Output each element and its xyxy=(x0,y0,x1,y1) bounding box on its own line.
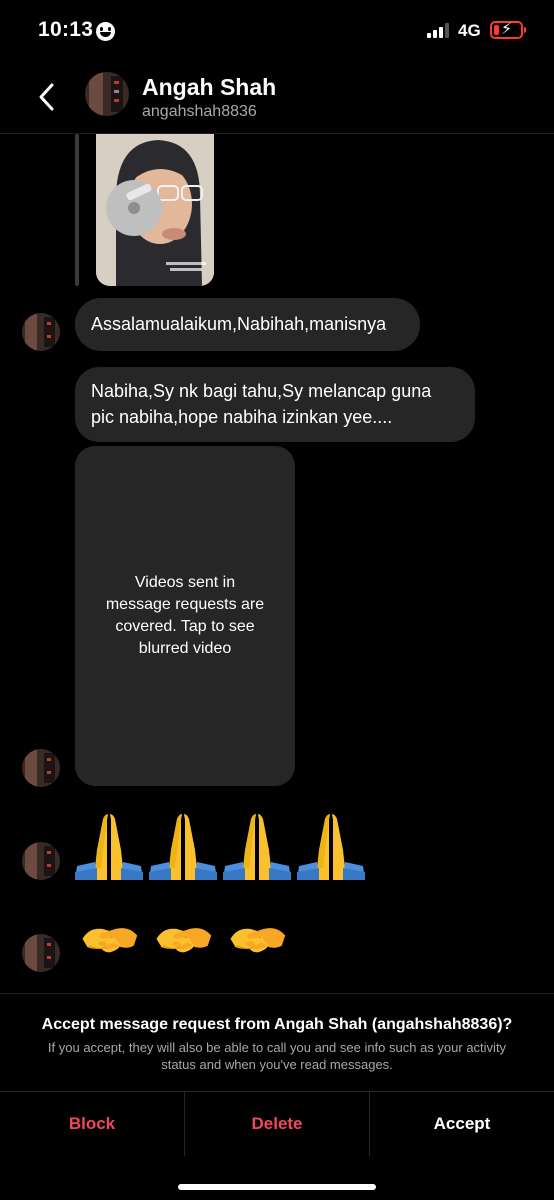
folded-hands-icon xyxy=(223,814,291,880)
status-time: 10:13 xyxy=(38,18,94,41)
covered-video-label: Videos sent in message requests are cove… xyxy=(105,574,265,657)
chat-header: Angah Shah angahshah8836 xyxy=(0,60,554,134)
delete-button[interactable]: Delete xyxy=(184,1092,369,1156)
reply-indicator-bar xyxy=(75,134,79,286)
signal-icon xyxy=(427,23,451,38)
block-button[interactable]: Block xyxy=(0,1092,184,1156)
contact-name[interactable]: Angah Shah xyxy=(142,74,276,101)
request-actions: Block Delete Accept xyxy=(0,1091,554,1156)
accept-button[interactable]: Accept xyxy=(369,1092,554,1156)
network-label: 4G xyxy=(458,21,481,40)
handshake-icon xyxy=(156,928,212,953)
battery-charging-icon: ⚡ xyxy=(490,21,526,39)
folded-hands-icon xyxy=(75,814,143,880)
status-bar: 10:13 4G ⚡ xyxy=(0,0,554,60)
avatar[interactable] xyxy=(85,72,129,116)
sender-avatar[interactable] xyxy=(22,934,60,972)
message-bubble[interactable]: Nabiha,Sy nk bagi tahu,Sy melancap guna … xyxy=(75,367,475,442)
emoji-message-folded-hands[interactable] xyxy=(75,810,365,880)
message-bubble[interactable]: Assalamualaikum,Nabihah,manisnya xyxy=(75,298,420,351)
emoji-message-handshake[interactable] xyxy=(75,914,291,972)
request-title: Accept message request from Angah Shah (… xyxy=(41,1016,513,1033)
sender-avatar[interactable] xyxy=(22,842,60,880)
covered-video[interactable]: Videos sent in message requests are cove… xyxy=(75,446,295,786)
smiley-face-icon xyxy=(96,22,115,41)
shared-photo[interactable] xyxy=(96,134,214,286)
handshake-icon xyxy=(230,928,286,953)
sender-avatar[interactable] xyxy=(22,313,60,351)
handshake-icon xyxy=(82,928,138,953)
contact-username[interactable]: angahshah8836 xyxy=(142,103,257,121)
sender-avatar[interactable] xyxy=(22,749,60,787)
home-indicator[interactable] xyxy=(178,1184,376,1190)
folded-hands-icon xyxy=(297,814,365,880)
message-request-panel: Accept message request from Angah Shah (… xyxy=(0,993,554,1200)
chevron-left-icon[interactable] xyxy=(32,80,62,114)
request-description: If you accept, they will also be able to… xyxy=(47,1040,507,1072)
folded-hands-icon xyxy=(149,814,217,880)
